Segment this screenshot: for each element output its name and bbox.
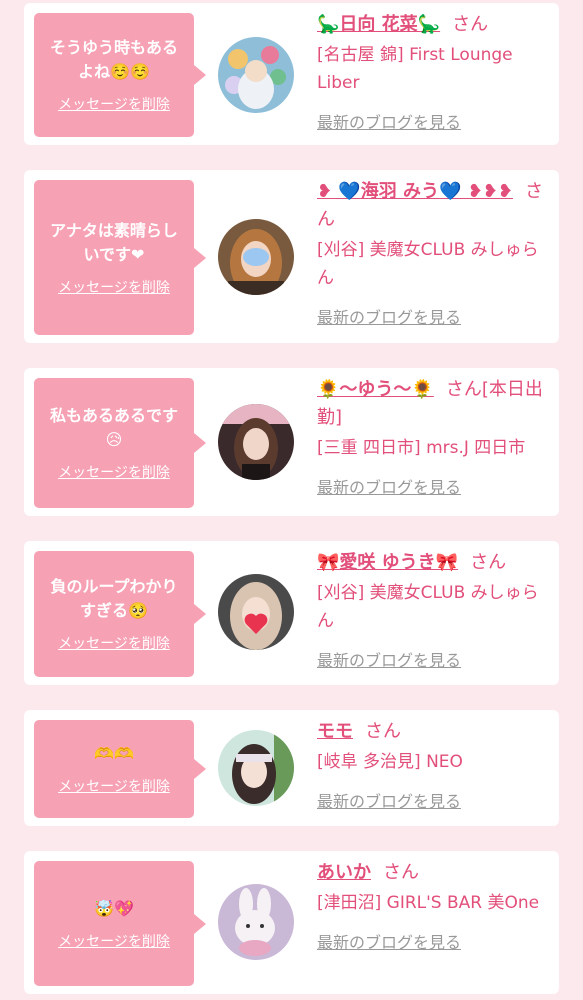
message-bubble: 私もあるあるです😥 メッセージを削除	[34, 378, 206, 508]
user-info: 🌻〜ゆう〜🌻 さん[本日出勤] [三重 四日市] mrs.J 四日市 最新のブログ…	[317, 376, 551, 498]
latest-blog-link[interactable]: 最新のブログを見る	[317, 474, 461, 498]
shop-name: [名古屋 錦] First Lounge Liber	[317, 45, 513, 93]
latest-blog-link[interactable]: 最新のブログを見る	[317, 304, 461, 328]
message-list: そうゆう時もあるよね☺️☺️ メッセージを削除 🦕日向 花菜🦕 さん [名古屋 錦…	[0, 0, 583, 1000]
message-bubble: そうゆう時もあるよね☺️☺️ メッセージを削除	[34, 13, 206, 137]
user-name-link[interactable]: 🦕日向 花菜🦕	[317, 14, 440, 35]
user-info: 🎀愛咲 ゆうき🎀 さん [刈谷] 美魔女CLUB みしゅらん 最新のブログを見る	[317, 549, 551, 671]
shop-name: [岐阜 多治見] NEO	[317, 752, 463, 772]
message-text: アナタは素晴らしいです❤︎	[50, 220, 178, 264]
delete-message-link[interactable]: メッセージを削除	[58, 94, 170, 114]
avatar[interactable]	[218, 219, 294, 295]
delete-message-link[interactable]: メッセージを削除	[58, 633, 170, 653]
message-text: 私もあるあるです😥	[49, 406, 178, 449]
delete-message-link[interactable]: メッセージを削除	[58, 277, 170, 297]
user-name-link[interactable]: 🎀愛咲 ゆうき🎀	[317, 552, 458, 573]
avatar[interactable]	[218, 730, 294, 806]
user-name-link[interactable]: 🌻〜ゆう〜🌻	[317, 379, 434, 400]
message-card: 🫶🫶 メッセージを削除 モモ さん [岐阜 多治見] NEO 最新のブログを見る	[24, 710, 559, 826]
user-name-link[interactable]: あいか	[317, 862, 371, 883]
message-card: アナタは素晴らしいです❤︎ メッセージを削除 ❥ 💙海羽 みう💙 ❥❥❥ さん […	[24, 170, 559, 343]
user-name-link[interactable]: モモ	[317, 721, 353, 742]
avatar[interactable]	[218, 574, 294, 650]
shop-name: [津田沼] GIRL'S BAR 美One	[317, 893, 540, 913]
message-card: そうゆう時もあるよね☺️☺️ メッセージを削除 🦕日向 花菜🦕 さん [名古屋 錦…	[24, 3, 559, 145]
message-text: 負のループわかりすぎる🥺	[50, 577, 178, 620]
user-info: あいか さん [津田沼] GIRL'S BAR 美One 最新のブログを見る	[317, 859, 551, 953]
honorific: さん	[470, 552, 507, 573]
delete-message-link[interactable]: メッセージを削除	[58, 931, 170, 951]
latest-blog-link[interactable]: 最新のブログを見る	[317, 788, 461, 812]
message-bubble: 🤯💖 メッセージを削除	[34, 861, 206, 986]
user-name-link[interactable]: ❥ 💙海羽 みう💙 ❥❥❥	[317, 181, 513, 202]
message-card: 🤯💖 メッセージを削除 あいか さん [津田沼] GIRL'S BAR 美One …	[24, 851, 559, 994]
user-info: ❥ 💙海羽 みう💙 ❥❥❥ さん [刈谷] 美魔女CLUB みしゅらん 最新のブロ…	[317, 178, 551, 328]
message-bubble: 🫶🫶 メッセージを削除	[34, 720, 206, 818]
message-text: そうゆう時もあるよね☺️☺️	[49, 38, 178, 81]
honorific: さん	[365, 721, 401, 742]
latest-blog-link[interactable]: 最新のブログを見る	[317, 109, 461, 133]
message-card: 負のループわかりすぎる🥺 メッセージを削除 🎀愛咲 ゆうき🎀 さん [刈谷] 美魔…	[24, 541, 559, 685]
honorific: さん	[383, 862, 419, 883]
avatar[interactable]	[218, 37, 294, 113]
message-bubble: アナタは素晴らしいです❤︎ メッセージを削除	[34, 180, 206, 335]
avatar[interactable]	[218, 404, 294, 480]
delete-message-link[interactable]: メッセージを削除	[58, 776, 170, 796]
user-info: モモ さん [岐阜 多治見] NEO 最新のブログを見る	[317, 718, 551, 812]
latest-blog-link[interactable]: 最新のブログを見る	[317, 647, 461, 671]
honorific: さん	[445, 379, 482, 400]
delete-message-link[interactable]: メッセージを削除	[58, 462, 170, 482]
user-info: 🦕日向 花菜🦕 さん [名古屋 錦] First Lounge Liber 最新の…	[317, 11, 551, 133]
shop-name: [刈谷] 美魔女CLUB みしゅらん	[317, 240, 539, 288]
avatar[interactable]	[218, 884, 294, 960]
shop-name: [刈谷] 美魔女CLUB みしゅらん	[317, 583, 539, 631]
honorific: さん	[452, 14, 489, 35]
message-card: 私もあるあるです😥 メッセージを削除 🌻〜ゆう〜🌻 さん[本日出勤] [三重 四日…	[24, 368, 559, 516]
shop-name: [三重 四日市] mrs.J 四日市	[317, 438, 526, 458]
message-text: 🫶🫶	[94, 744, 134, 763]
message-text: 🤯💖	[94, 898, 134, 918]
message-bubble: 負のループわかりすぎる🥺 メッセージを削除	[34, 551, 206, 677]
latest-blog-link[interactable]: 最新のブログを見る	[317, 929, 461, 953]
